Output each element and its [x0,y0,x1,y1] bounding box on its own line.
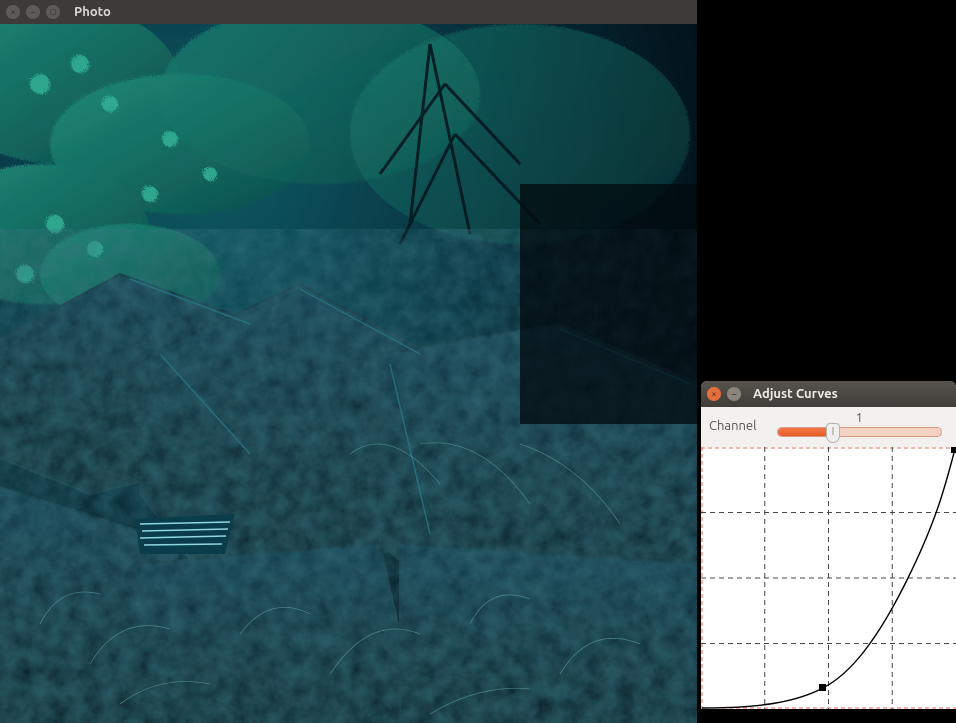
close-icon[interactable]: × [6,5,20,19]
close-icon[interactable]: × [707,387,721,401]
channel-row: Channel 1 [709,411,948,441]
photo-window: × – □ Photo [0,0,697,723]
photo-canvas [0,24,697,723]
curve-editor[interactable] [701,447,956,709]
window-title: Photo [74,5,111,19]
photo-titlebar[interactable]: × – □ Photo [0,0,697,24]
curve-end-point[interactable] [951,447,956,453]
photo-image [0,24,697,723]
maximize-icon[interactable]: □ [46,5,60,19]
minimize-icon[interactable]: – [26,5,40,19]
window-title: Adjust Curves [753,387,838,401]
slider-thumb[interactable] [826,423,840,443]
curves-body: Channel 1 [701,407,956,709]
channel-slider[interactable] [777,423,942,441]
minimize-icon[interactable]: – [727,387,741,401]
curves-titlebar[interactable]: × – Adjust Curves [701,381,956,407]
channel-label: Channel [709,419,757,433]
curve-control-point[interactable] [819,684,826,691]
slider-fill [778,428,833,436]
curve-canvas[interactable] [701,447,956,709]
curve-grid [701,447,956,709]
channel-slider-wrap: 1 [771,411,948,441]
curves-window: × – Adjust Curves Channel 1 [701,381,956,709]
